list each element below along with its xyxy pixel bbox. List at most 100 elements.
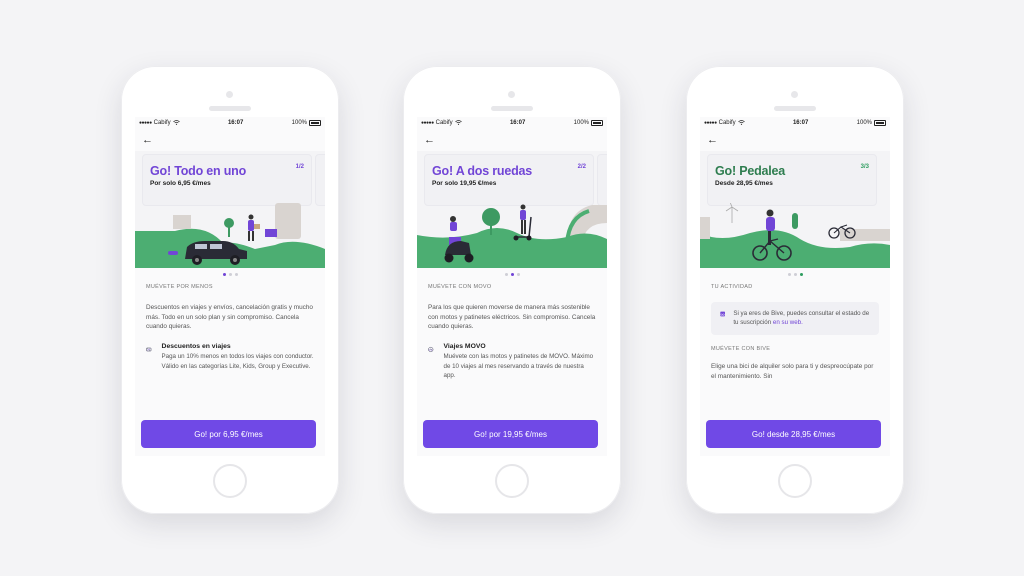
- front-camera: [791, 91, 798, 98]
- plan-description: Para los que quieren moverse de manera m…: [428, 304, 596, 331]
- app-screen-pedalea: ●●●●● Cabify 16:07 100% ← Go! Pedalea De…: [700, 117, 890, 456]
- battery-icon: [874, 120, 886, 126]
- plan-card[interactable]: Go! A dos ruedas Por solo 19,95 €/mes 2/…: [424, 154, 594, 206]
- speaker-grille: [209, 106, 251, 111]
- nav-bar: ←: [417, 129, 607, 151]
- plan-card[interactable]: Go! Pedalea Desde 28,95 €/mes 3/3: [707, 154, 877, 206]
- pager-dot[interactable]: [787, 272, 791, 276]
- home-button[interactable]: [495, 464, 529, 498]
- scroll-fade: [135, 403, 325, 421]
- pager-dot[interactable]: [234, 272, 238, 276]
- section-heading-bive: MUÉVETE CON BIVE: [711, 345, 771, 352]
- city-car-illustration: [135, 203, 325, 268]
- plan-title: Go! Pedalea: [715, 164, 786, 178]
- plan-carousel[interactable]: Go! A dos ruedas Por solo 19,95 €/mes 2/…: [417, 151, 607, 268]
- home-button[interactable]: [778, 464, 812, 498]
- bive-web-link[interactable]: en su web.: [773, 319, 803, 326]
- pager-dot[interactable]: [793, 272, 797, 276]
- battery-icon: [591, 120, 603, 126]
- nav-bar: ←: [700, 129, 890, 151]
- plan-title: Go! Todo en uno: [150, 164, 247, 178]
- nav-bar: ←: [135, 129, 325, 151]
- plan-description: Descuentos en viajes y envíos, cancelaci…: [146, 304, 313, 331]
- battery-icon: [309, 120, 321, 126]
- next-plan-card-peek[interactable]: [597, 154, 607, 206]
- battery-percent: 100%: [856, 120, 872, 126]
- signal-icon: ●●●●●: [139, 120, 152, 126]
- plan-price: Por solo 6,95 €/mes: [150, 180, 211, 187]
- section-heading: TU ACTIVIDAD: [711, 284, 753, 290]
- plan-title: Go! A dos ruedas: [432, 164, 533, 178]
- battery-percent: 100%: [291, 120, 307, 126]
- pager-dot[interactable]: [504, 272, 508, 276]
- phone-frame-1: ●●●●● Cabify 16:07 100% ← Go! Todo en un…: [121, 66, 339, 514]
- wifi-icon: [737, 119, 745, 127]
- plan-price: Por solo 19,95 €/mes: [432, 180, 497, 187]
- subscribe-button[interactable]: Go! por 6,95 €/mes: [141, 420, 316, 448]
- back-arrow-icon[interactable]: ←: [142, 134, 153, 146]
- speaker-grille: [774, 106, 816, 111]
- bike-badge-icon: [720, 311, 725, 317]
- plan-price: Desde 28,95 €/mes: [715, 180, 773, 187]
- plan-page-indicator: 3/3: [860, 164, 869, 170]
- signal-icon: ●●●●●: [421, 120, 434, 126]
- plan-card[interactable]: Go! Todo en uno Por solo 6,95 €/mes 1/2: [142, 154, 312, 206]
- speaker-grille: [491, 106, 533, 111]
- plan-page-indicator: 1/2: [295, 164, 304, 170]
- plan-carousel[interactable]: Go! Todo en uno Por solo 6,95 €/mes 1/2: [135, 151, 325, 268]
- plan-details: MUÉVETE POR MENOS Descuentos en viajes y…: [135, 284, 325, 371]
- front-camera: [508, 91, 515, 98]
- phone-frame-2: ●●●●● Cabify 16:07 100% ← Go! A dos rued…: [403, 66, 621, 514]
- plan-carousel[interactable]: Go! Pedalea Desde 28,95 €/mes 3/3: [700, 151, 890, 268]
- carrier-name: Cabify: [435, 120, 453, 126]
- home-button[interactable]: [213, 464, 247, 498]
- back-arrow-icon[interactable]: ←: [424, 134, 435, 146]
- discount-ticket-icon: [146, 347, 152, 352]
- carousel-pager[interactable]: [700, 268, 890, 280]
- feature-title: Viajes MOVO: [443, 343, 486, 351]
- moto-scooter-illustration: [417, 204, 607, 268]
- feature-description: Muévete con las motos y patinetes de MOV…: [443, 353, 594, 379]
- plan-page-indicator: 2/2: [577, 164, 586, 170]
- wifi-icon: [172, 119, 180, 127]
- pager-dot[interactable]: [222, 272, 226, 276]
- carousel-pager[interactable]: [417, 268, 607, 280]
- feature-item: Descuentos en viajes Paga un 10% menos e…: [146, 343, 314, 371]
- clock: 16:07: [509, 120, 526, 126]
- section-heading: MUÉVETE CON MOVO: [428, 284, 492, 290]
- pager-dot[interactable]: [228, 272, 232, 276]
- bive-info-text: Si ya eres de Bive, puedes consultar el …: [733, 309, 871, 328]
- feature-description: Paga un 10% menos en todos los viajes co…: [161, 353, 314, 370]
- carrier-name: Cabify: [153, 120, 171, 126]
- pager-dot[interactable]: [799, 272, 803, 276]
- next-plan-card-peek[interactable]: [315, 154, 325, 206]
- app-screen-todo-en-uno: ●●●●● Cabify 16:07 100% ← Go! Todo en un…: [135, 117, 325, 456]
- subscribe-button[interactable]: Go! por 19,95 €/mes: [423, 420, 598, 448]
- subscribe-button[interactable]: Go! desde 28,95 €/mes: [706, 420, 881, 448]
- scroll-fade: [417, 403, 607, 421]
- status-bar: ●●●●● Cabify 16:07 100%: [700, 117, 890, 129]
- pager-dot[interactable]: [516, 272, 520, 276]
- status-bar: ●●●●● Cabify 16:07 100%: [135, 117, 325, 129]
- battery-percent: 100%: [573, 120, 589, 126]
- phone-frame-3: ●●●●● Cabify 16:07 100% ← Go! Pedalea De…: [686, 66, 904, 514]
- front-camera: [226, 91, 233, 98]
- status-bar: ●●●●● Cabify 16:07 100%: [417, 117, 607, 129]
- plan-details: MUÉVETE CON MOVO Para los que quieren mo…: [417, 284, 607, 380]
- bive-info-box: Si ya eres de Bive, puedes consultar el …: [711, 302, 879, 335]
- back-arrow-icon[interactable]: ←: [707, 134, 718, 146]
- scroll-fade: [700, 403, 890, 421]
- plan-details: TU ACTIVIDAD Si ya eres de Bive, puedes …: [700, 284, 890, 381]
- wifi-icon: [454, 119, 462, 127]
- app-screen-dos-ruedas: ●●●●● Cabify 16:07 100% ← Go! A dos rued…: [417, 117, 607, 456]
- feature-title: Descuentos en viajes: [161, 343, 231, 351]
- signal-icon: ●●●●●: [704, 120, 717, 126]
- scooter-icon: [428, 347, 434, 353]
- clock: 16:07: [227, 120, 244, 126]
- carousel-pager[interactable]: [135, 268, 325, 280]
- carrier-name: Cabify: [718, 120, 736, 126]
- pager-dot[interactable]: [510, 272, 514, 276]
- feature-item: Viajes MOVO Muévete con las motos y pati…: [428, 343, 596, 380]
- bike-illustration: [700, 203, 890, 268]
- plan-description: Elige una bici de alquiler solo para ti …: [711, 362, 874, 380]
